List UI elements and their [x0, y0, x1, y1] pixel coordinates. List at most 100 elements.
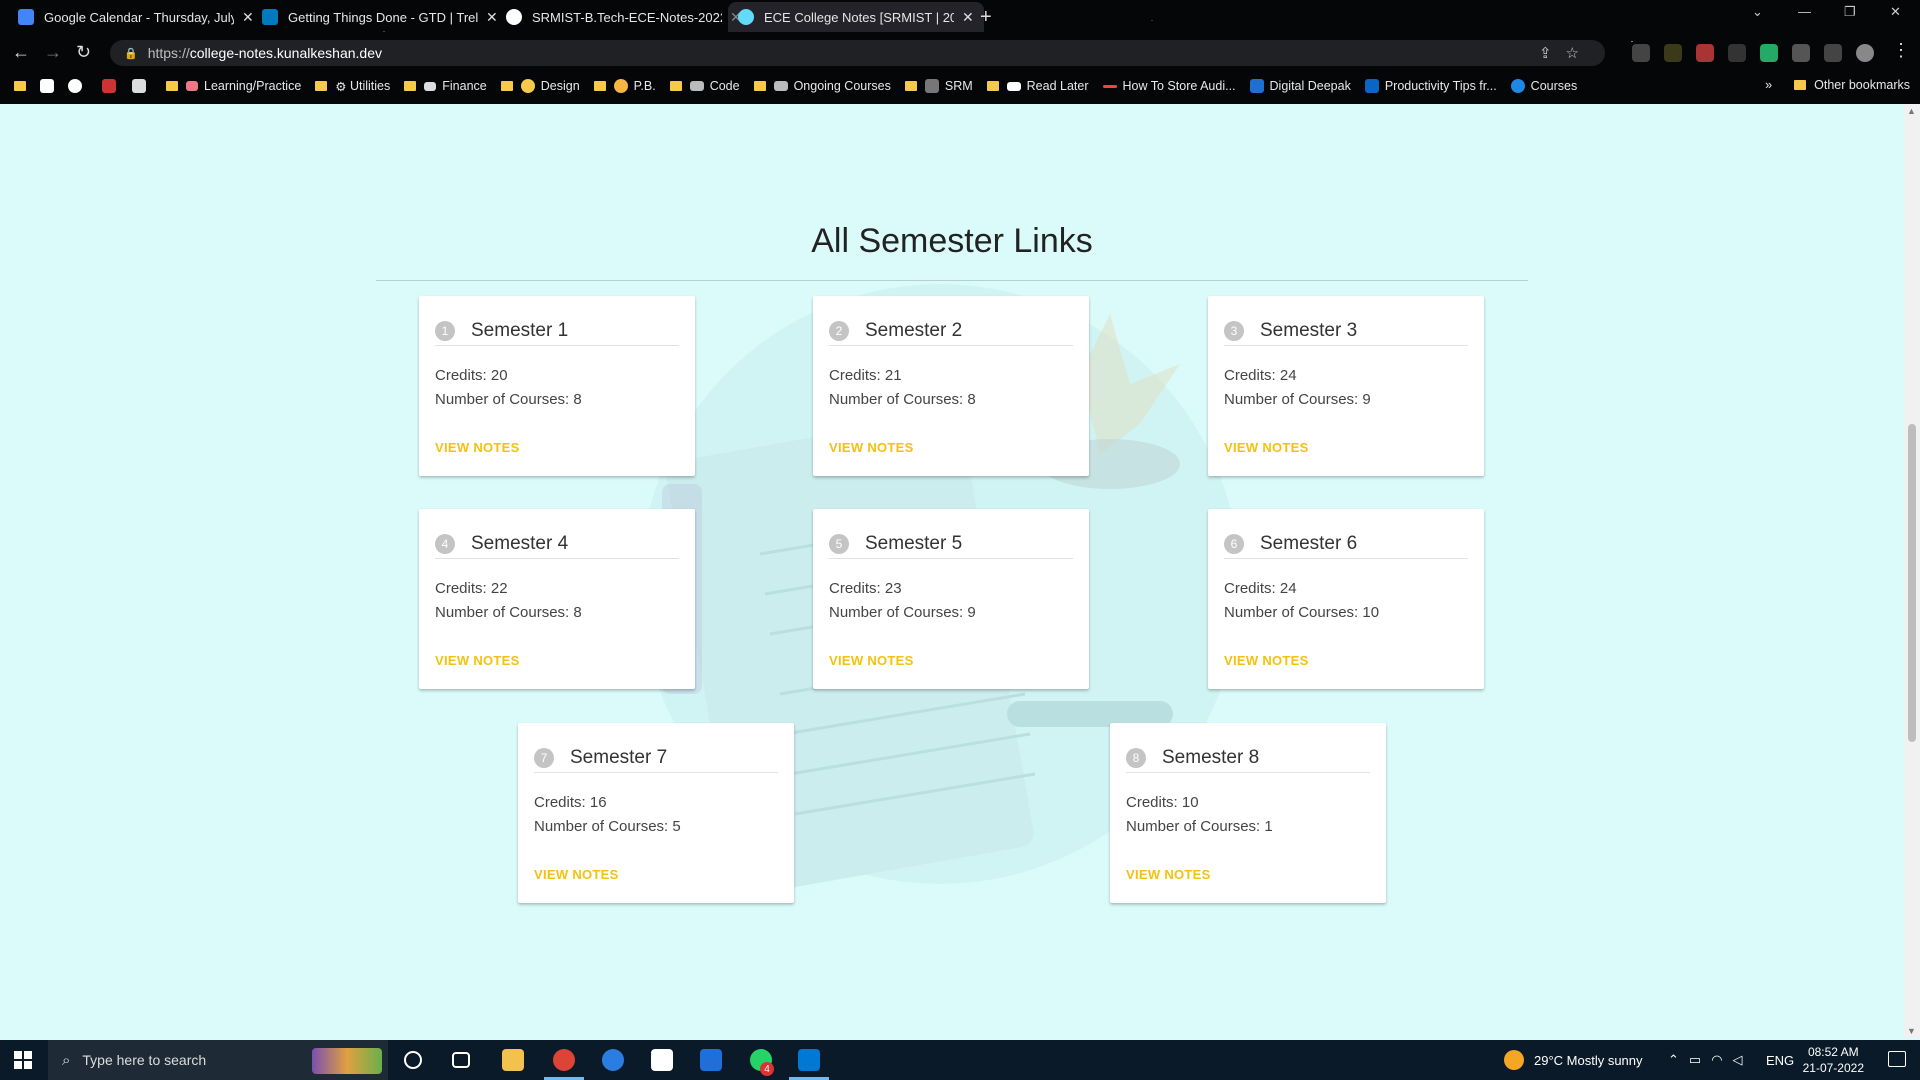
bookmarks-overflow-button[interactable]: »	[1765, 78, 1772, 92]
scroll-down-arrow[interactable]: ▼	[1907, 1026, 1916, 1036]
github-bookmark-icon[interactable]	[68, 79, 88, 93]
other-bookmarks[interactable]: » Other bookmarks	[1765, 78, 1910, 92]
bookmark-folder-icon[interactable]	[14, 81, 34, 91]
reload-button[interactable]: ↻	[76, 42, 91, 63]
puzzle-icon[interactable]	[1792, 44, 1810, 62]
tab-strip: Google Calendar - Thursday, July ✕ Getti…	[0, 0, 1920, 34]
chrome-icon[interactable]	[553, 1049, 575, 1071]
courses-label: Number of Courses:	[435, 391, 570, 408]
file-explorer-icon[interactable]	[502, 1049, 524, 1071]
semester-number-badge: 8	[1126, 747, 1146, 768]
bookmark-utilities[interactable]: ⚙ Utilities	[315, 79, 390, 94]
profile-avatar[interactable]	[1856, 44, 1874, 62]
credits-value: 21	[884, 367, 902, 384]
credits-value: 20	[490, 367, 508, 384]
view-notes-link[interactable]: VIEW NOTES	[829, 440, 914, 455]
courses-value: 5	[672, 818, 681, 835]
windows-start-button[interactable]	[14, 1051, 32, 1069]
bookmark-srm[interactable]: SRM	[904, 79, 973, 93]
notion-icon[interactable]	[651, 1049, 673, 1071]
bookmark-label: Read Later	[1026, 79, 1089, 93]
view-notes-link[interactable]: VIEW NOTES	[435, 440, 520, 455]
bookmark-courses[interactable]: Courses	[1510, 79, 1577, 93]
view-notes-link[interactable]: VIEW NOTES	[829, 653, 914, 668]
close-icon[interactable]: ✕	[962, 9, 974, 26]
taskbar-search-box[interactable]: ⌕ Type here to search	[48, 1040, 388, 1080]
card-header: 7 Semester 7	[534, 743, 778, 773]
side-panel-icon[interactable]	[1824, 44, 1842, 62]
language-label: ENG	[1766, 1052, 1795, 1068]
bookmark-icon[interactable]	[132, 79, 152, 93]
weather-widget[interactable]: 29°C Mostly sunny	[1504, 1040, 1643, 1080]
credits-label: Credits:	[829, 367, 881, 384]
notification-center-icon[interactable]	[1888, 1051, 1906, 1067]
cortana-icon[interactable]	[404, 1051, 422, 1069]
star-icon[interactable]: ⇪☆	[1539, 44, 1593, 62]
view-notes-link[interactable]: VIEW NOTES	[534, 867, 619, 882]
eye-extension-icon[interactable]	[1728, 44, 1746, 62]
scrollbar-thumb[interactable]	[1908, 424, 1916, 742]
bookmark-read-later[interactable]: Read Later	[986, 79, 1089, 93]
notion-extension-icon[interactable]	[1632, 44, 1650, 62]
restore-button[interactable]: ❐	[1844, 4, 1856, 20]
courses-value: 1	[1264, 818, 1273, 835]
menu-icon[interactable]: ⋮	[1892, 40, 1910, 61]
credits-value: 16	[589, 794, 607, 811]
taskbar-clock[interactable]: 08:52 AM 21-07-2022	[1803, 1044, 1864, 1076]
courses-value: 8	[573, 604, 582, 621]
address-bar[interactable]: 🔒 https://college-notes.kunalkeshan.dev …	[110, 40, 1605, 66]
close-window-button[interactable]: ✕	[1890, 4, 1901, 20]
tab-github[interactable]: SRMIST-B.Tech-ECE-Notes-2022 ✕	[496, 2, 752, 32]
bookmark-code[interactable]: Code	[669, 79, 740, 93]
language-indicator[interactable]: ENG	[1766, 1040, 1794, 1080]
page-scrollbar[interactable]: ▲ ▼	[1904, 104, 1920, 1038]
calendar-bookmark-icon[interactable]	[102, 79, 122, 93]
tab-google-calendar[interactable]: Google Calendar - Thursday, July ✕	[8, 2, 264, 32]
url-host: college-notes.kunalkeshan.dev	[189, 45, 382, 61]
bookmark-how-to-store-audio[interactable]: How To Store Audi...	[1102, 79, 1236, 93]
semester-info: Credits: 24 Number of Courses: 9	[1224, 364, 1371, 412]
task-view-icon[interactable]	[452, 1052, 470, 1068]
bookmark-ongoing-courses[interactable]: Ongoing Courses	[753, 79, 891, 93]
bookmark-icon[interactable]	[40, 79, 60, 93]
card-header: 3 Semester 3	[1224, 316, 1468, 346]
semester-info: Credits: 20 Number of Courses: 8	[435, 364, 582, 412]
back-button[interactable]: ←	[12, 42, 30, 63]
new-tab-button[interactable]: +	[980, 6, 992, 29]
extension-icon[interactable]	[1696, 44, 1714, 62]
chevron-up-icon[interactable]: ⌃	[1668, 1052, 1689, 1068]
volume-icon[interactable]: ◁	[1733, 1052, 1753, 1068]
bookmark-label: Digital Deepak	[1269, 79, 1351, 93]
bookmark-pb[interactable]: P.B.	[593, 79, 656, 93]
wifi-icon[interactable]: ◠	[1711, 1052, 1732, 1068]
view-notes-link[interactable]: VIEW NOTES	[1224, 653, 1309, 668]
bookmark-productivity-tips[interactable]: Productivity Tips fr...	[1364, 79, 1497, 93]
credits-label: Credits:	[534, 794, 586, 811]
scroll-up-arrow[interactable]: ▲	[1907, 106, 1916, 116]
extension-icon[interactable]	[1760, 44, 1778, 62]
bookmark-digital-deepak[interactable]: Digital Deepak	[1249, 79, 1351, 93]
tab-trello[interactable]: Getting Things Done - GTD | Trel ✕	[252, 2, 508, 32]
tab-ece-college-notes[interactable]: ECE College Notes [SRMIST | 202 ✕	[728, 2, 984, 32]
tab-search-icon[interactable]: ⌄	[1752, 4, 1763, 20]
bookmark-label: Productivity Tips fr...	[1384, 79, 1497, 93]
minimize-button[interactable]: —	[1798, 4, 1811, 19]
system-tray-icons[interactable]: ⌃ ▭ ◠ ◁	[1668, 1040, 1753, 1080]
todo-icon[interactable]	[700, 1049, 722, 1071]
courses-value: 9	[1362, 391, 1371, 408]
forward-button[interactable]: →	[44, 42, 62, 63]
semester-title: Semester 7	[570, 746, 668, 768]
bookmark-finance[interactable]: Finance	[404, 79, 487, 93]
bookmark-learning-practice[interactable]: Learning/Practice	[166, 79, 301, 93]
tab-title: Google Calendar - Thursday, July	[44, 9, 234, 25]
view-notes-link[interactable]: VIEW NOTES	[1224, 440, 1309, 455]
bookmark-design[interactable]: Design	[500, 79, 580, 93]
view-notes-link[interactable]: VIEW NOTES	[435, 653, 520, 668]
extension-icon[interactable]	[1664, 44, 1682, 62]
firefox-icon[interactable]	[602, 1049, 624, 1071]
view-notes-link[interactable]: VIEW NOTES	[1126, 867, 1211, 882]
react-icon	[738, 9, 754, 25]
battery-icon[interactable]: ▭	[1689, 1052, 1711, 1068]
vscode-icon[interactable]	[798, 1049, 820, 1071]
lock-icon[interactable]: 🔒	[124, 47, 138, 60]
